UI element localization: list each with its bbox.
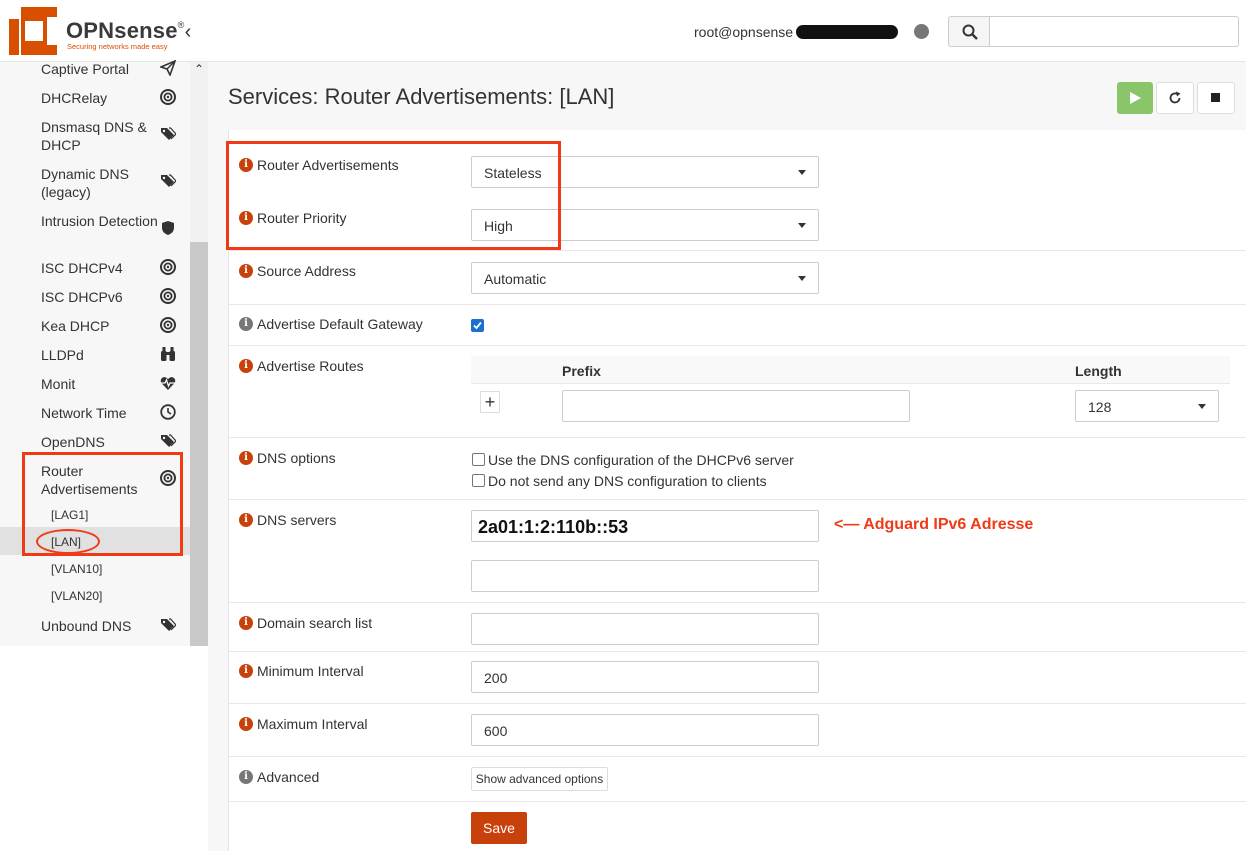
bullseye-icon <box>160 89 176 105</box>
bullseye-icon <box>160 288 176 304</box>
sidebar-subitem-vlan10[interactable]: [VLAN10] <box>51 562 102 576</box>
opnsense-logo-icon[interactable] <box>9 7 57 55</box>
row-divider <box>229 250 1246 251</box>
caret-down-icon <box>798 276 806 281</box>
bullseye-icon <box>160 317 176 333</box>
reload-icon <box>1169 91 1181 104</box>
source-address-select[interactable]: Automatic <box>471 262 819 294</box>
sidebar-scroll-thumb[interactable] <box>190 242 208 646</box>
maximum-interval-input[interactable]: 600 <box>471 714 819 746</box>
info-icon[interactable]: i <box>239 770 253 784</box>
dns-option-dhcpv6-label[interactable]: Use the DNS configuration of the DHCPv6 … <box>488 452 794 468</box>
highlight-box-form <box>226 141 561 250</box>
info-icon[interactable]: i <box>239 359 253 373</box>
play-icon <box>1130 92 1141 104</box>
save-button[interactable]: Save <box>471 812 527 844</box>
shield-icon <box>162 221 174 235</box>
row-divider <box>229 651 1246 652</box>
stop-icon <box>1211 93 1220 102</box>
advertise-default-gateway-checkbox[interactable] <box>471 319 484 332</box>
row-divider <box>229 437 1246 438</box>
info-icon[interactable]: i <box>239 717 253 731</box>
source-address-label: Source Address <box>257 263 356 279</box>
row-divider <box>229 345 1246 346</box>
dns-option-none-label[interactable]: Do not send any DNS configuration to cli… <box>488 473 767 489</box>
page-title: Services: Router Advertisements: [LAN] <box>228 84 615 109</box>
row-divider <box>229 703 1246 704</box>
domain-search-list-label: Domain search list <box>257 615 373 631</box>
info-icon[interactable]: i <box>239 513 253 527</box>
domain-search-list-input[interactable] <box>471 613 819 645</box>
route-length-select[interactable]: 128 <box>1075 390 1219 422</box>
dns-option-dhcpv6-checkbox[interactable] <box>472 453 485 466</box>
minimum-interval-input[interactable]: 200 <box>471 661 819 693</box>
row-divider <box>229 499 1246 500</box>
info-icon[interactable]: i <box>239 451 253 465</box>
binoculars-icon <box>161 347 175 361</box>
sidebar-subitem-vlan20[interactable]: [VLAN20] <box>51 589 102 603</box>
info-icon[interactable]: i <box>239 664 253 678</box>
dns-options-label: DNS options <box>257 450 336 466</box>
stop-service-button[interactable] <box>1197 82 1235 114</box>
advanced-label: Advanced <box>257 769 320 785</box>
search-input[interactable] <box>989 16 1239 47</box>
highlight-ellipse-lan <box>36 529 100 554</box>
status-dot-icon <box>914 24 929 39</box>
bullseye-icon <box>160 259 176 275</box>
tags-icon <box>161 434 176 447</box>
annotation-adguard: <— Adguard IPv6 Adresse <box>834 516 1034 533</box>
show-advanced-button[interactable]: Show advanced options <box>471 767 608 791</box>
brand-name: OPNsense® <box>66 18 185 43</box>
start-service-button[interactable] <box>1117 82 1153 114</box>
brand-tagline: Securing networks made easy <box>67 42 168 51</box>
caret-down-icon <box>798 223 806 228</box>
tags-icon <box>161 174 176 187</box>
caret-down-icon <box>798 170 806 175</box>
scroll-up-icon[interactable]: ⌃ <box>192 62 206 78</box>
tags-icon <box>161 127 176 140</box>
row-divider <box>229 756 1246 757</box>
length-column-header: Length <box>1075 363 1122 379</box>
dns-option-none-checkbox[interactable] <box>472 474 485 487</box>
top-bar: OPNsense® Securing networks made easy ‹ … <box>0 0 1246 62</box>
checkmark-icon <box>473 321 482 330</box>
tags-icon <box>161 618 176 631</box>
info-icon[interactable]: i <box>239 616 253 630</box>
row-divider <box>229 801 1246 802</box>
route-prefix-input[interactable] <box>562 390 910 422</box>
advertise-routes-label: Advertise Routes <box>257 358 364 374</box>
caret-down-icon <box>1198 404 1206 409</box>
paper-plane-icon <box>160 60 176 76</box>
advertise-default-gateway-label: Advertise Default Gateway <box>257 316 423 332</box>
redacted-hostname <box>796 25 898 39</box>
info-icon[interactable]: i <box>239 317 253 331</box>
row-divider <box>229 304 1246 305</box>
heartbeat-icon <box>160 377 176 390</box>
search-button[interactable] <box>948 16 990 47</box>
minimum-interval-label: Minimum Interval <box>257 663 364 679</box>
dns-server-1-input[interactable]: 2a01:1:2:110b::53 <box>471 510 819 542</box>
dns-servers-label: DNS servers <box>257 512 337 528</box>
magnifier-icon <box>962 24 978 40</box>
dns-server-2-input[interactable] <box>471 560 819 592</box>
clock-icon <box>160 404 176 420</box>
restart-service-button[interactable] <box>1156 82 1194 114</box>
user-label[interactable]: root@opnsense <box>694 24 793 40</box>
add-route-button[interactable]: + <box>480 391 500 413</box>
info-icon[interactable]: i <box>239 264 253 278</box>
row-divider <box>229 602 1246 603</box>
chevron-left-icon[interactable]: ‹ <box>181 22 195 42</box>
maximum-interval-label: Maximum Interval <box>257 716 368 732</box>
prefix-column-header: Prefix <box>562 363 601 379</box>
